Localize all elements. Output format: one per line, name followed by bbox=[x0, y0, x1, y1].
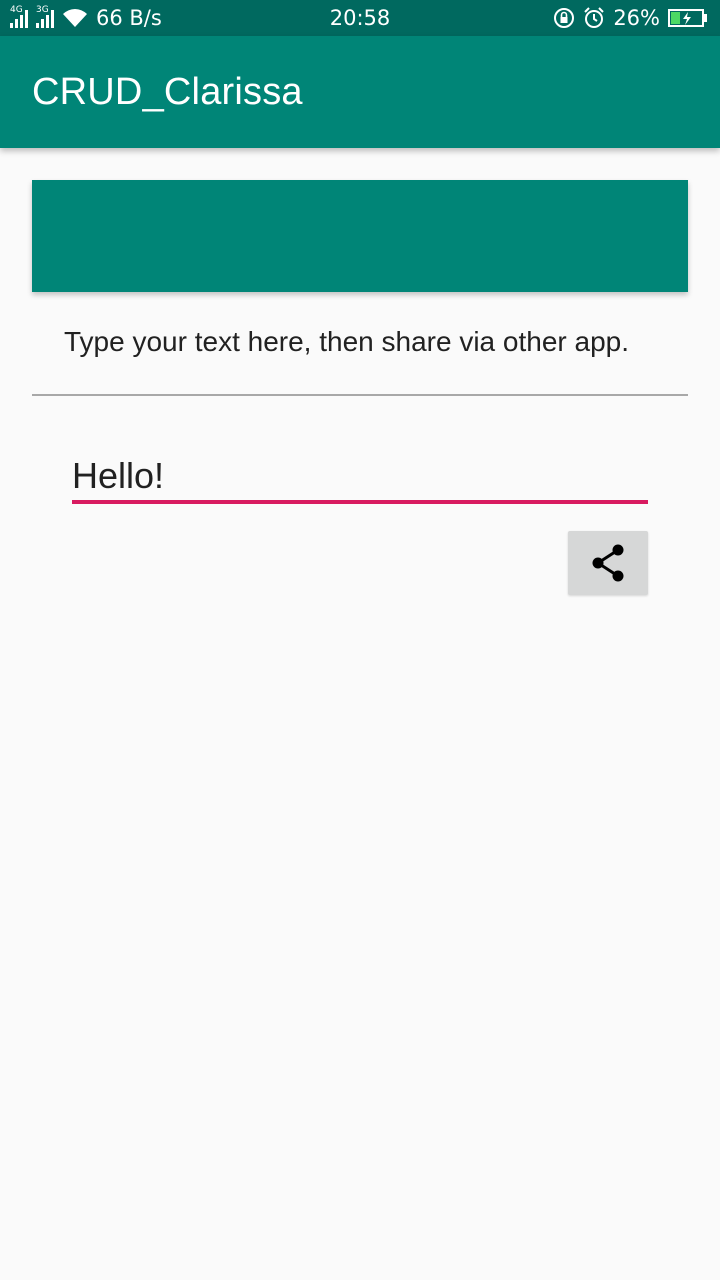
share-text-input[interactable] bbox=[72, 450, 648, 502]
status-right: 26% bbox=[553, 0, 708, 36]
share-icon bbox=[592, 544, 624, 582]
app-title: CRUD_Clarissa bbox=[32, 70, 303, 113]
signal-4g-icon: 4G bbox=[10, 5, 28, 28]
battery-percent: 26% bbox=[613, 6, 660, 30]
app-bar: CRUD_Clarissa bbox=[0, 36, 720, 148]
clock: 20:58 bbox=[329, 6, 391, 30]
divider bbox=[32, 394, 688, 396]
share-button[interactable] bbox=[568, 531, 648, 595]
signal-3g-icon: 3G bbox=[36, 5, 54, 28]
share-text-field[interactable] bbox=[72, 450, 648, 506]
status-left: 4G 3G 66 B/s bbox=[10, 0, 162, 36]
input-underline bbox=[72, 500, 648, 504]
battery-charging-icon bbox=[668, 9, 707, 27]
wifi-icon bbox=[63, 9, 87, 27]
alarm-icon bbox=[584, 7, 605, 28]
network-speed: 66 B/s bbox=[96, 6, 162, 30]
status-bar: 4G 3G 66 B/s 20:58 26% bbox=[0, 0, 720, 36]
rotation-lock-icon bbox=[554, 8, 575, 28]
header-banner bbox=[32, 180, 688, 292]
instruction-text: Type your text here, then share via othe… bbox=[64, 326, 630, 357]
